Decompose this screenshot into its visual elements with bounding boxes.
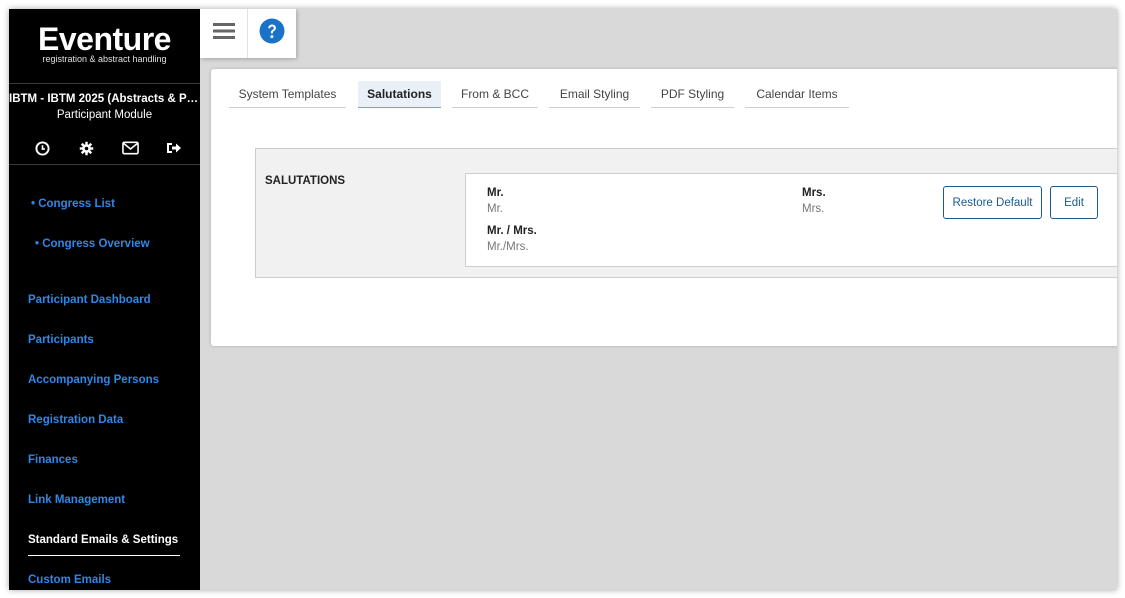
tab-system-templates[interactable]: System Templates <box>229 81 346 108</box>
logout-icon[interactable] <box>165 139 183 157</box>
congress-overview-link[interactable]: • Congress Overview <box>35 238 150 250</box>
nav-standard-emails-settings[interactable]: Standard Emails & Settings <box>28 534 178 546</box>
tab-pdf-styling[interactable]: PDF Styling <box>651 81 734 108</box>
edit-button[interactable]: Edit <box>1050 186 1098 219</box>
sidebar-icon-bar <box>33 139 183 157</box>
salutation-key: Mrs. <box>802 187 826 199</box>
gear-icon[interactable] <box>77 139 95 157</box>
salutation-value: Mr./Mrs. <box>487 241 529 253</box>
salutation-key: Mr. <box>487 187 504 199</box>
hamburger-icon <box>213 22 235 45</box>
sidebar: Eventure registration & abstract handlin… <box>9 9 200 590</box>
brand-logo[interactable]: Eventure registration & abstract handlin… <box>9 23 200 64</box>
brand-title: Eventure <box>38 21 171 57</box>
clock-icon[interactable] <box>33 139 51 157</box>
help-button[interactable] <box>248 9 296 58</box>
sidebar-divider <box>9 83 200 84</box>
nav-custom-emails[interactable]: Custom Emails <box>28 574 111 586</box>
tab-salutations[interactable]: Salutations <box>358 81 441 108</box>
congress-list-link[interactable]: • Congress List <box>31 198 115 210</box>
mail-icon[interactable] <box>121 139 139 157</box>
tab-email-styling[interactable]: Email Styling <box>549 81 640 108</box>
nav-registration-data[interactable]: Registration Data <box>28 414 123 426</box>
help-icon <box>259 18 285 49</box>
salutation-key: Mr. / Mrs. <box>487 225 537 237</box>
salutation-value: Mrs. <box>802 203 825 215</box>
nav-participant-dashboard[interactable]: Participant Dashboard <box>28 294 151 306</box>
menu-button[interactable] <box>200 9 248 58</box>
tab-from-bcc[interactable]: From & BCC <box>452 81 538 108</box>
nav-participants[interactable]: Participants <box>28 334 94 346</box>
module-name: Participant Module <box>56 109 153 121</box>
salutations-section: SALUTATIONS Mr. Mr. Mrs. Mrs. Mr. / Mrs.… <box>255 148 1117 278</box>
restore-default-button[interactable]: Restore Default <box>943 186 1042 219</box>
salutations-heading: SALUTATIONS <box>265 175 346 187</box>
sidebar-divider <box>9 164 200 165</box>
active-nav-underline <box>28 555 180 556</box>
salutation-value: Mr. <box>487 203 503 215</box>
nav-accompanying-persons[interactable]: Accompanying Persons <box>28 374 159 386</box>
app-window: Eventure registration & abstract handlin… <box>9 9 1117 590</box>
nav-finances[interactable]: Finances <box>28 454 78 466</box>
top-toolbar <box>200 9 296 58</box>
congress-name: IBTM - IBTM 2025 (Abstracts & Participan… <box>9 93 200 105</box>
tab-calendar-items[interactable]: Calendar Items <box>745 81 849 108</box>
salutations-panel: Mr. Mr. Mrs. Mrs. Mr. / Mrs. Mr./Mrs. Re… <box>465 173 1117 267</box>
nav-link-management[interactable]: Link Management <box>28 494 125 506</box>
settings-card: System Templates Salutations From & BCC … <box>211 69 1117 346</box>
